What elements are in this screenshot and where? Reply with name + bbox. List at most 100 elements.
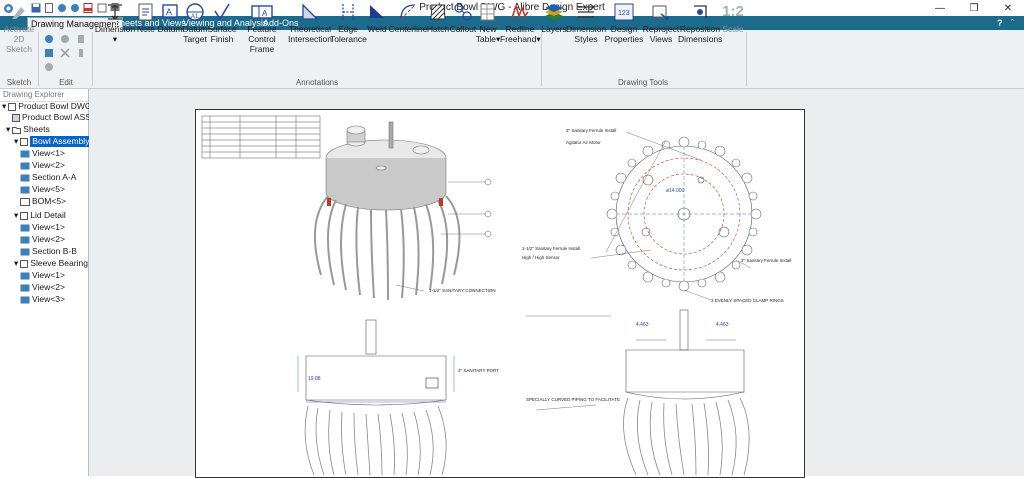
datum-target-icon: A1 — [182, 2, 208, 22]
layers-button[interactable]: Layers — [541, 2, 567, 34]
centerline-button[interactable]: Centerline — [388, 2, 428, 34]
tree-view-item[interactable]: View<2> — [20, 282, 65, 293]
paste-icon[interactable] — [76, 34, 86, 46]
surface-finish-button[interactable]: Surface Finish — [207, 2, 237, 44]
minimize-icon[interactable]: — — [926, 1, 954, 15]
tree-view-item[interactable]: View<2> — [20, 160, 65, 171]
find-icon[interactable] — [76, 48, 86, 60]
tree-sheets[interactable]: ▾ Sheets — [6, 124, 50, 135]
group-annotations-label: Annotations — [295, 78, 339, 87]
callout-button[interactable]: Callout — [449, 2, 477, 34]
reposition-dimensions-icon — [678, 2, 722, 22]
close-icon[interactable]: ✕ — [994, 1, 1022, 15]
edge-tolerance-button[interactable]: Edge Tolerance — [330, 2, 367, 44]
svg-text:A: A — [262, 9, 268, 18]
reproject-views-button[interactable]: Reproject Views — [642, 2, 680, 44]
section-pipes — [304, 405, 447, 476]
tree-view-item[interactable]: View<1> — [20, 270, 65, 281]
callout-icon — [449, 2, 477, 22]
note-ferrule-1-5in: 1-1/2" Sanitary Ferrule Install — [522, 246, 581, 251]
bom-table — [201, 115, 321, 159]
feature-control-frame-button[interactable]: A Feature Control Frame — [235, 2, 289, 54]
iso-view — [325, 121, 447, 211]
centerline-icon — [388, 2, 428, 22]
design-properties-icon: 123 — [604, 2, 644, 22]
select-icon[interactable] — [44, 62, 54, 74]
top-view — [615, 145, 753, 283]
dimension-styles-button[interactable]: Dimension Styles — [566, 2, 606, 44]
feature-control-frame-icon: A — [235, 2, 289, 22]
note-clamp-rings: 3 EVENLY SPACED CLAMP RINGS — [711, 298, 784, 303]
datum-icon: A — [157, 2, 183, 22]
cut-icon[interactable] — [44, 34, 54, 46]
theoretical-intersection-button[interactable]: Theoretical Intersection — [288, 2, 332, 44]
tree-view-item[interactable]: View<1> — [20, 222, 65, 233]
restore-icon[interactable]: ❐ — [960, 1, 988, 15]
side-pipes — [623, 397, 750, 476]
tree-sheet-sleeve-bearing[interactable]: ▾ Sleeve Bearing — [14, 258, 88, 269]
activate-2d-sketch-button[interactable]: Activate 2D Sketch — [2, 2, 36, 54]
weld-icon — [365, 2, 389, 22]
datum-button[interactable]: A Datum — [157, 2, 183, 34]
help-icon[interactable]: ? — [994, 17, 1006, 30]
dimension-label: 19.88 — [308, 376, 321, 382]
note-radar-ferrule: 3" Sanitary Ferrule Install — [741, 258, 792, 263]
drawing-sheet[interactable]: 1-1/2" SANITARY CONNECTION 3" Sanitary F… — [195, 109, 805, 478]
delete-icon[interactable] — [60, 48, 70, 60]
note-ferrule-3in: 3" Sanitary Ferrule Install — [566, 128, 617, 133]
tree-sheet-lid-detail[interactable]: ▾ Lid Detail — [14, 210, 66, 221]
copy-icon[interactable] — [60, 34, 70, 46]
new-table-button[interactable]: New Table▾ — [475, 2, 501, 44]
sheet-icon — [20, 211, 29, 220]
undo-edit-icon[interactable] — [44, 48, 54, 60]
scale-button[interactable]: 1:2 Scale — [721, 2, 745, 34]
ribbon-separator — [92, 32, 93, 86]
tree-view-item[interactable]: View<2> — [20, 234, 65, 245]
collapse-ribbon-icon[interactable]: ˆ — [1008, 17, 1017, 30]
tree-view-item[interactable]: Section A-A — [20, 172, 76, 183]
tree-root[interactable]: ▾ Product Bowl DWG — [2, 101, 92, 112]
collapse-icon: ▾ — [14, 210, 19, 220]
section-view-icon — [20, 174, 30, 181]
dimension-button[interactable]: Dimension ▾ — [94, 2, 136, 44]
hatch-icon — [426, 2, 450, 22]
weld-button[interactable]: Weld — [365, 2, 389, 34]
ribbon-separator — [746, 32, 747, 86]
tree-view-item[interactable]: BOM<5> — [20, 196, 66, 207]
iso-clamp-red — [439, 198, 443, 206]
scale-icon: 1:2 — [722, 3, 744, 20]
design-properties-button[interactable]: 123 Design Properties — [604, 2, 644, 44]
redline-freehand-button[interactable]: Redline Freehand▾ — [500, 2, 541, 44]
reposition-dimensions-button[interactable]: Reposition Dimensions — [678, 2, 722, 44]
note-sanitary-connection: 1-1/2" SANITARY CONNECTION — [429, 288, 496, 293]
folder-icon — [12, 126, 22, 134]
hatch-button[interactable]: Hatch — [426, 2, 450, 34]
view-icon — [20, 236, 30, 243]
iso-clamp-red — [327, 198, 331, 206]
tree-sheet-bowl-assembly[interactable]: ▾ Bowl Assembly — [14, 136, 92, 147]
drawing-canvas[interactable]: 1-1/2" SANITARY CONNECTION 3" Sanitary F… — [89, 89, 1024, 478]
table-icon — [475, 2, 501, 22]
note-curved-piping: SPECIALLY CURVED PIPING TO FACILITATE — [526, 397, 620, 402]
sketch-icon — [2, 2, 36, 22]
tree-view-item[interactable]: Section B-B — [20, 246, 77, 257]
tree-view-item[interactable]: View<1> — [20, 148, 65, 159]
datum-target-button[interactable]: A1 Datum Target — [182, 2, 208, 44]
collapse-icon: ▾ — [2, 101, 7, 111]
surface-finish-icon — [207, 2, 237, 22]
tree-view-item[interactable]: View<5> — [20, 184, 65, 195]
tree-view-item[interactable]: View<3> — [20, 294, 65, 305]
group-edit-label: Edit — [59, 78, 73, 87]
view-icon — [20, 272, 30, 279]
tree-assy-link[interactable]: Product Bowl ASSY — [12, 112, 97, 123]
note-button[interactable]: Note — [135, 2, 157, 34]
dimension-styles-icon — [566, 2, 606, 22]
view-icon — [20, 224, 30, 231]
collapse-icon: ▾ — [6, 124, 11, 134]
view-icon — [20, 284, 30, 291]
note-sanitary-port: 3" SANITARY PORT — [458, 368, 500, 373]
note-agitator: Agitator Air Motor — [566, 140, 601, 145]
dimension-label: ø14.000 — [666, 188, 685, 194]
svg-text:123: 123 — [618, 10, 630, 17]
svg-text:A: A — [166, 7, 172, 17]
